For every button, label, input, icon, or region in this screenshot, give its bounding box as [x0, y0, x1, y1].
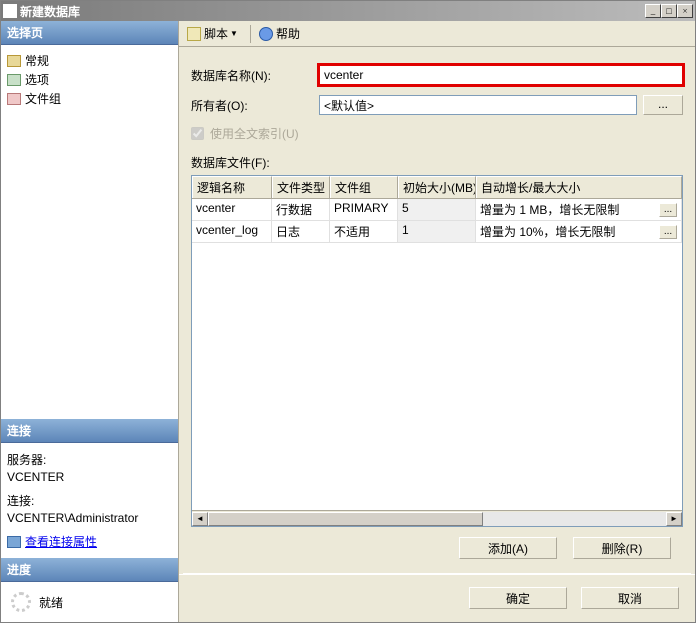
owner-browse-button[interactable]: ... [643, 95, 683, 115]
sidebar-item-filegroups[interactable]: 文件组 [5, 89, 174, 108]
col-file-type[interactable]: 文件类型 [272, 176, 330, 198]
sidebar-item-options[interactable]: 选项 [5, 70, 174, 89]
progress-spinner-icon [11, 592, 31, 612]
cancel-button[interactable]: 取消 [581, 587, 679, 609]
ok-button[interactable]: 确定 [469, 587, 567, 609]
dbname-input[interactable] [319, 65, 683, 85]
remove-button[interactable]: 删除(R) [573, 537, 671, 559]
server-value: VCENTER [7, 470, 172, 484]
cell-autogrowth: 增量为 1 MB，增长无限制 ... [476, 199, 682, 220]
help-button[interactable]: 帮助 [255, 23, 304, 44]
add-button[interactable]: 添加(A) [459, 537, 557, 559]
separator [250, 25, 251, 43]
page-icon [7, 55, 21, 67]
server-label: 服务器: [7, 451, 172, 468]
cell-name[interactable]: vcenter [192, 199, 272, 220]
scroll-right-icon[interactable]: ► [666, 512, 682, 526]
autogrowth-text: 增量为 10%，增长无限制 [480, 223, 615, 240]
script-label: 脚本 [204, 25, 228, 42]
cell-name[interactable]: vcenter_log [192, 221, 272, 242]
autogrowth-edit-button[interactable]: ... [659, 203, 677, 217]
cell-filegroup[interactable]: PRIMARY [330, 199, 398, 220]
autogrowth-edit-button[interactable]: ... [659, 225, 677, 239]
progress-status: 就绪 [39, 594, 63, 611]
view-connection-props-link[interactable]: 查看连接属性 [7, 533, 172, 550]
owner-input[interactable] [319, 95, 637, 115]
link-label: 查看连接属性 [25, 533, 97, 550]
fulltext-checkbox [191, 127, 204, 140]
conn-label: 连接: [7, 492, 172, 509]
owner-label: 所有者(O): [191, 97, 319, 114]
grid-row[interactable]: vcenter_log 日志 不适用 1 增量为 10%，增长无限制 ... [192, 221, 682, 243]
files-grid: 逻辑名称 文件类型 文件组 初始大小(MB) 自动增长/最大大小 vcenter… [191, 175, 683, 527]
col-filegroup[interactable]: 文件组 [330, 176, 398, 198]
help-icon [259, 27, 273, 41]
sidebar-item-label: 选项 [25, 71, 49, 88]
cell-type: 行数据 [272, 199, 330, 220]
scroll-left-icon[interactable]: ◄ [192, 512, 208, 526]
connection-header: 连接 [1, 419, 178, 443]
sidebar: 选择页 常规 选项 文件组 连接 服务器: VCENTER [1, 21, 179, 622]
cell-autogrowth: 增量为 10%，增长无限制 ... [476, 221, 682, 242]
col-initial-size[interactable]: 初始大小(MB) [398, 176, 476, 198]
col-logical-name[interactable]: 逻辑名称 [192, 176, 272, 198]
help-label: 帮助 [276, 25, 300, 42]
autogrowth-text: 增量为 1 MB，增长无限制 [480, 201, 619, 218]
toolbar: 脚本 ▼ 帮助 [179, 21, 695, 47]
horizontal-scrollbar[interactable]: ◄ ► [192, 510, 682, 526]
script-icon [187, 27, 201, 41]
cell-filegroup[interactable]: 不适用 [330, 221, 398, 242]
dropdown-arrow-icon: ▼ [230, 29, 238, 38]
minimize-button[interactable]: _ [645, 4, 661, 18]
files-label: 数据库文件(F): [191, 154, 683, 171]
page-icon [7, 93, 21, 105]
close-button[interactable]: × [677, 4, 693, 18]
scroll-thumb[interactable] [208, 512, 483, 526]
select-page-header: 选择页 [1, 21, 178, 45]
script-button[interactable]: 脚本 ▼ [183, 23, 242, 44]
sidebar-item-label: 常规 [25, 52, 49, 69]
maximize-button[interactable]: □ [661, 4, 677, 18]
conn-value: VCENTER\Administrator [7, 511, 172, 525]
properties-icon [7, 536, 21, 548]
main-panel: 脚本 ▼ 帮助 数据库名称(N): 所有者(O): ... [179, 21, 695, 622]
page-icon [7, 74, 21, 86]
grid-row[interactable]: vcenter 行数据 PRIMARY 5 增量为 1 MB，增长无限制 ... [192, 199, 682, 221]
titlebar[interactable]: 新建数据库 _ □ × [1, 1, 695, 21]
window-title: 新建数据库 [20, 3, 645, 20]
sidebar-item-general[interactable]: 常规 [5, 51, 174, 70]
fulltext-label: 使用全文索引(U) [210, 125, 299, 142]
progress-header: 进度 [1, 558, 178, 582]
cell-size[interactable]: 5 [398, 199, 476, 220]
sidebar-item-label: 文件组 [25, 90, 61, 107]
app-icon [3, 4, 17, 18]
col-autogrowth[interactable]: 自动增长/最大大小 [476, 176, 682, 198]
cell-type: 日志 [272, 221, 330, 242]
dbname-label: 数据库名称(N): [191, 67, 319, 84]
cell-size[interactable]: 1 [398, 221, 476, 242]
